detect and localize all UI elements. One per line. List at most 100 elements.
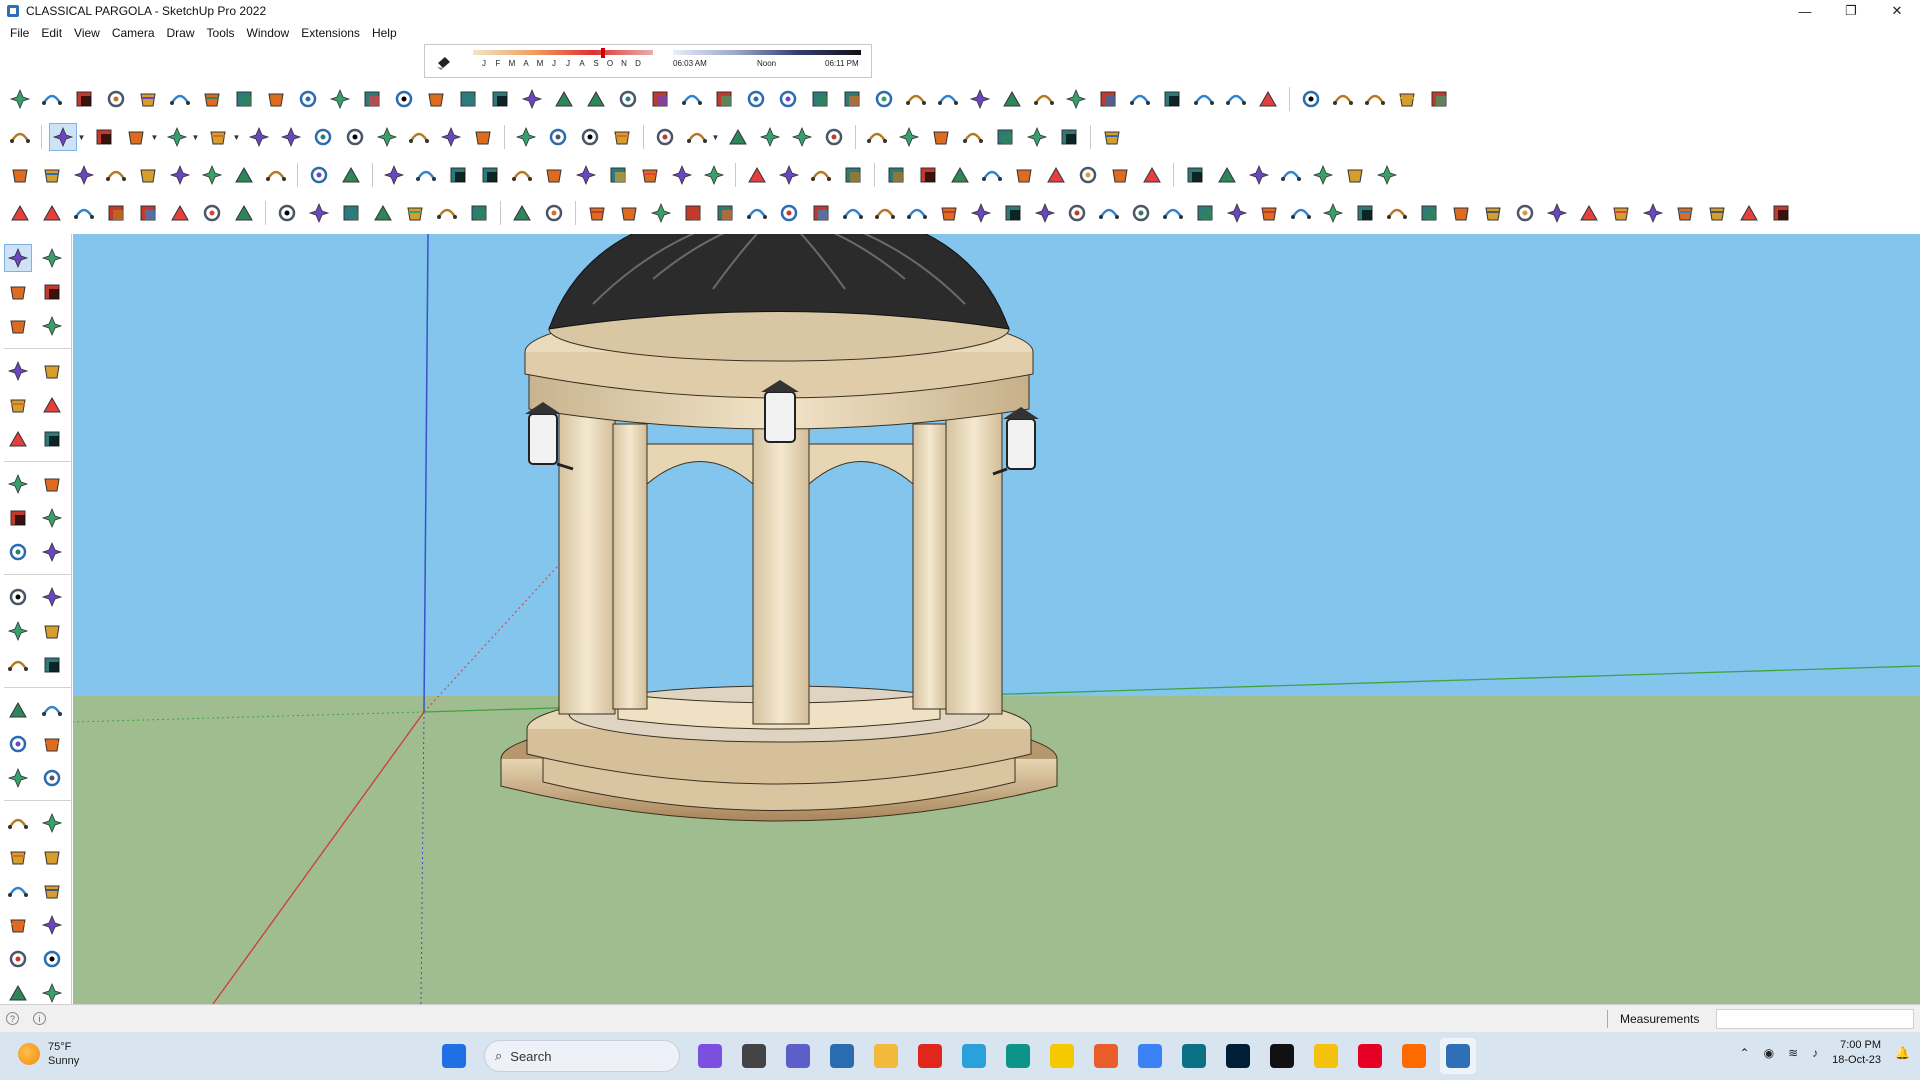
lasso-orange-icon[interactable]: [743, 199, 771, 227]
component-icon[interactable]: [4, 312, 32, 340]
truss-icon[interactable]: [614, 85, 642, 113]
shadow-toggle-icon[interactable]: [435, 53, 453, 71]
cylinder-icon[interactable]: [1319, 199, 1347, 227]
arch-icon[interactable]: [454, 85, 482, 113]
styles-icon[interactable]: [38, 979, 66, 1007]
plane-yellow-icon[interactable]: [615, 199, 643, 227]
layers-box-icon[interactable]: [1767, 199, 1795, 227]
refresh-icon[interactable]: [1074, 161, 1102, 189]
lattice-icon[interactable]: [1158, 85, 1186, 113]
stack-icon[interactable]: [807, 199, 835, 227]
taskbar-soundcloud[interactable]: [1396, 1038, 1432, 1074]
extrude-path-icon[interactable]: [294, 85, 322, 113]
rectangle-icon[interactable]: [4, 391, 32, 419]
close-button[interactable]: ✕: [1874, 0, 1920, 22]
info-icon[interactable]: i: [33, 1012, 46, 1025]
house-icon[interactable]: [1254, 85, 1282, 113]
coil-yellow-icon[interactable]: [1191, 199, 1219, 227]
copy-gray-icon[interactable]: [1479, 199, 1507, 227]
taskbar-pinterest[interactable]: [1352, 1038, 1388, 1074]
ball-hatch-icon[interactable]: [465, 199, 493, 227]
taskbar-search[interactable]: ⌕ Search: [484, 1040, 680, 1072]
taskbar-sketchup-launcher[interactable]: [1000, 1038, 1036, 1074]
taskbar-meet[interactable]: [780, 1038, 816, 1074]
paint-bucket-icon[interactable]: [4, 278, 32, 306]
intersect-icon[interactable]: [102, 85, 130, 113]
taskbar-copilot[interactable]: [692, 1038, 728, 1074]
beam-icon[interactable]: [1030, 85, 1058, 113]
triangle-icon[interactable]: [134, 199, 162, 227]
extension-warehouse-icon[interactable]: [38, 945, 66, 973]
3d-text-icon[interactable]: [38, 730, 66, 758]
curve-hook-icon[interactable]: [935, 199, 963, 227]
rotate-icon[interactable]: [4, 583, 32, 611]
sandbox-icon[interactable]: [820, 123, 848, 151]
coil-orange-icon[interactable]: [1223, 199, 1251, 227]
egg-icon[interactable]: [305, 161, 333, 189]
select-icon[interactable]: [49, 123, 77, 151]
taskbar-sticky-notes[interactable]: [1044, 1038, 1080, 1074]
dome-icon[interactable]: [198, 199, 226, 227]
network-status-icon[interactable]: ◉: [1764, 1046, 1774, 1060]
material-blue-icon[interactable]: [743, 161, 771, 189]
arrows-blue-icon[interactable]: [1287, 199, 1315, 227]
look-around-icon[interactable]: [38, 877, 66, 905]
warehouse-icon[interactable]: [4, 945, 32, 973]
bow-icon[interactable]: [1373, 161, 1401, 189]
taskbar-telegram[interactable]: [956, 1038, 992, 1074]
bezier-curve-icon[interactable]: [38, 85, 66, 113]
paint-bucket-icon[interactable]: [469, 123, 497, 151]
leaf-icon[interactable]: [839, 161, 867, 189]
scale-icon[interactable]: [373, 123, 401, 151]
box-icon[interactable]: [38, 161, 66, 189]
gear-blue-icon[interactable]: [572, 161, 600, 189]
ball-icon[interactable]: [433, 199, 461, 227]
tag-icon[interactable]: [38, 312, 66, 340]
solid-shape-icon[interactable]: [273, 199, 301, 227]
roof-icon[interactable]: [710, 85, 738, 113]
components-icon[interactable]: [756, 123, 784, 151]
spiral-icon[interactable]: [1190, 85, 1218, 113]
taskbar-opera[interactable]: [912, 1038, 948, 1074]
sphere-outline-icon[interactable]: [230, 199, 258, 227]
torus-icon[interactable]: [70, 199, 98, 227]
cone-green-icon[interactable]: [1095, 199, 1123, 227]
plane-light-icon[interactable]: [583, 199, 611, 227]
zoom-icon[interactable]: [4, 809, 32, 837]
taskbar-grammarly[interactable]: [1088, 1038, 1124, 1074]
divide-icon[interactable]: [422, 85, 450, 113]
taskbar-windows-start[interactable]: [436, 1038, 472, 1074]
taskbar-chrome[interactable]: [1308, 1038, 1344, 1074]
select-icon[interactable]: [4, 244, 32, 272]
pergola-model[interactable]: [500, 234, 1058, 822]
scale-icon[interactable]: [4, 617, 32, 645]
shield-icon[interactable]: [978, 161, 1006, 189]
garage-icon[interactable]: [1329, 85, 1357, 113]
menu-edit[interactable]: Edit: [35, 26, 68, 40]
tag-red-icon[interactable]: [700, 161, 728, 189]
shield-double-icon[interactable]: [1010, 161, 1038, 189]
spiral-gold-icon[interactable]: [1543, 199, 1571, 227]
sun-shape-icon[interactable]: [6, 199, 34, 227]
cross-blue-icon[interactable]: [1063, 199, 1091, 227]
spline-1-icon[interactable]: [1277, 161, 1305, 189]
layers-icon[interactable]: [724, 123, 752, 151]
date-slider-handle[interactable]: [601, 48, 605, 58]
two-point-arc-icon[interactable]: [4, 504, 32, 532]
rotate-icon[interactable]: [341, 123, 369, 151]
slab-icon[interactable]: [1062, 85, 1090, 113]
fingerprint-icon[interactable]: [914, 161, 942, 189]
model-viewport[interactable]: [73, 234, 1920, 1004]
parallelogram-icon[interactable]: [508, 161, 536, 189]
square-grid-icon[interactable]: [337, 199, 365, 227]
tray-overflow-icon[interactable]: ⌃: [1740, 1046, 1750, 1060]
plane-blue-icon[interactable]: [540, 199, 568, 227]
rotated-rect-icon[interactable]: [38, 391, 66, 419]
freehand-draw-icon[interactable]: [6, 85, 34, 113]
pan-icon[interactable]: [38, 764, 66, 792]
minimize-button[interactable]: —: [1782, 0, 1828, 22]
plane-flat-icon[interactable]: [711, 199, 739, 227]
lamp-icon[interactable]: [102, 199, 130, 227]
taskbar-photoshop[interactable]: [1220, 1038, 1256, 1074]
ellipse-icon[interactable]: [476, 161, 504, 189]
